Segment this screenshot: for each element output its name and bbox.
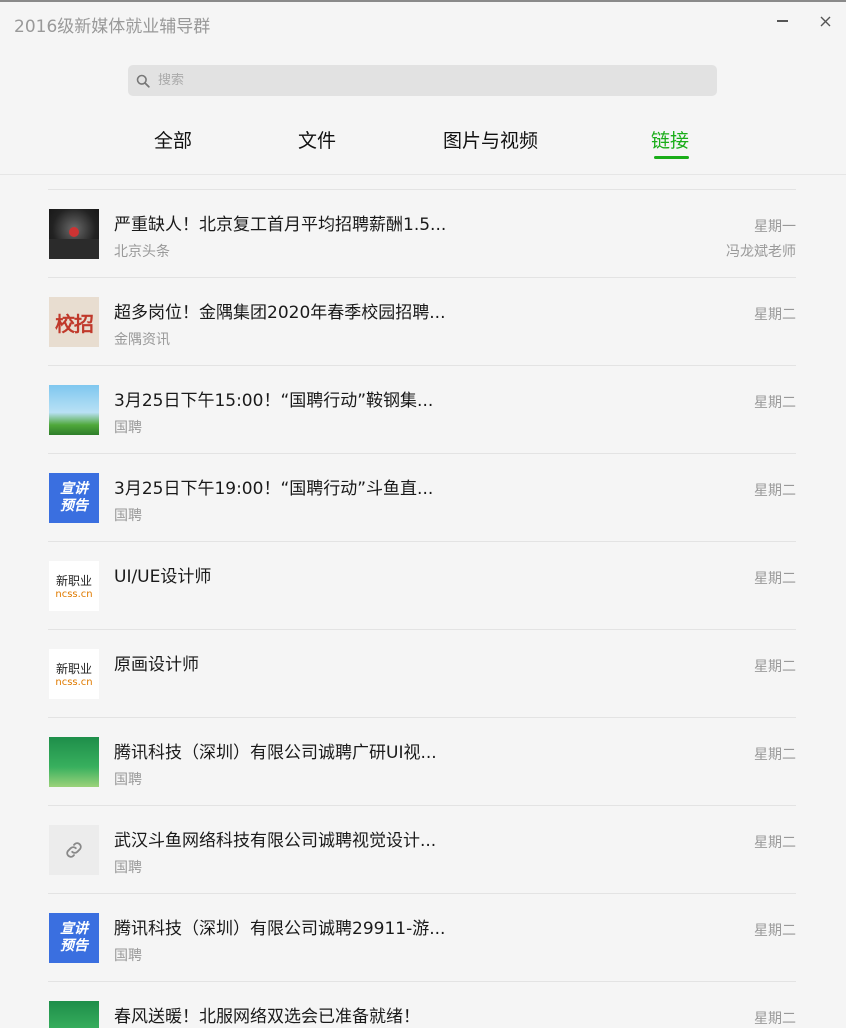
link-title: UI/UE设计师 xyxy=(114,567,212,587)
tab-bar: 全部 文件 图片与视频 链接 xyxy=(0,126,846,166)
link-title: 腾讯科技（深圳）有限公司诚聘广研UI视... xyxy=(114,743,437,763)
link-source: 国聘 xyxy=(114,860,142,876)
link-list-content: 国聘 严重缺人！北京复工首月平均招聘薪酬1.5... 北京头条 星期一 冯龙斌老… xyxy=(0,175,846,1028)
link-thumbnail: 宣讲预告 xyxy=(49,473,99,523)
link-item[interactable]: 武汉斗鱼网络科技有限公司诚聘视觉设计... 国聘 星期二 xyxy=(0,806,846,894)
link-date: 星期二 xyxy=(754,1011,796,1027)
search-input[interactable] xyxy=(158,73,698,88)
minimize-button[interactable] xyxy=(768,8,796,34)
link-thumbnail: 新职业 ncss.cn xyxy=(49,561,99,611)
link-title: 春风送暖！北服网络双选会已准备就绪！ xyxy=(114,1007,420,1027)
link-source: 国聘 xyxy=(114,948,142,964)
link-date: 星期二 xyxy=(754,835,796,851)
link-item[interactable]: 腾讯科技（深圳）有限公司诚聘广研UI视... 国聘 星期二 xyxy=(0,718,846,806)
link-thumbnail xyxy=(49,385,99,435)
link-date: 星期二 xyxy=(754,659,796,675)
link-source: 金隅资讯 xyxy=(114,332,170,348)
thumb-text: 新职业 xyxy=(55,662,92,676)
title-bar: 2016级新媒体就业辅导群 xyxy=(0,2,846,42)
link-thumbnail: 新职业 ncss.cn xyxy=(49,649,99,699)
link-source: 国聘 xyxy=(114,508,142,524)
tab-media[interactable]: 图片与视频 xyxy=(443,126,538,153)
link-item[interactable]: 宣讲预告 腾讯科技（深圳）有限公司诚聘29911-游... 国聘 星期二 xyxy=(0,894,846,982)
link-date: 星期二 xyxy=(754,747,796,763)
active-tab-indicator xyxy=(654,156,689,159)
minimize-icon xyxy=(776,20,788,22)
link-source: 北京头条 xyxy=(114,244,170,260)
tab-links[interactable]: 链接 xyxy=(651,126,690,159)
link-thumbnail xyxy=(49,825,99,875)
tab-label: 文件 xyxy=(298,130,337,152)
link-date: 星期二 xyxy=(754,923,796,939)
link-title: 武汉斗鱼网络科技有限公司诚聘视觉设计... xyxy=(114,831,437,851)
link-thumbnail xyxy=(49,737,99,787)
link-thumbnail: 校招 xyxy=(49,297,99,347)
link-title: 腾讯科技（深圳）有限公司诚聘29911-游... xyxy=(114,919,446,939)
link-title: 3月25日下午19:00！“国聘行动”斗鱼直... xyxy=(114,479,434,499)
link-source: 国聘 xyxy=(114,772,142,788)
search-icon xyxy=(136,74,150,88)
thumb-text: 宣讲预告 xyxy=(60,481,88,514)
close-button[interactable] xyxy=(811,8,839,34)
link-title: 超多岗位！金隅集团2020年春季校园招聘... xyxy=(114,303,446,323)
thumb-text: 宣讲预告 xyxy=(60,921,88,954)
link-date: 星期二 xyxy=(754,395,796,411)
link-item[interactable]: 国聘 xyxy=(0,175,846,190)
link-date: 星期二 xyxy=(754,571,796,587)
link-thumbnail: 宣讲预告 xyxy=(49,913,99,963)
link-item[interactable]: 新职业 ncss.cn 原画设计师 星期二 xyxy=(0,630,846,718)
window-title: 2016级新媒体就业辅导群 xyxy=(14,17,211,37)
link-item[interactable]: 3月25日下午15:00！“国聘行动”鞍钢集... 国聘 星期二 xyxy=(0,366,846,454)
link-icon xyxy=(66,842,82,858)
link-title: 严重缺人！北京复工首月平均招聘薪酬1.5... xyxy=(114,215,447,235)
link-title: 原画设计师 xyxy=(114,655,199,675)
link-date: 星期二 xyxy=(754,307,796,323)
close-icon xyxy=(820,16,830,26)
link-item[interactable]: 校招 超多岗位！金隅集团2020年春季校园招聘... 金隅资讯 星期二 xyxy=(0,278,846,366)
tab-label: 全部 xyxy=(154,130,193,152)
link-source: 国聘 xyxy=(114,420,142,436)
link-item[interactable]: 新职业 ncss.cn UI/UE设计师 星期二 xyxy=(0,542,846,630)
thumb-subtext: ncss.cn xyxy=(55,677,93,688)
thumb-text: 新职业 xyxy=(55,574,92,588)
tab-files[interactable]: 文件 xyxy=(298,126,336,153)
link-sender: 冯龙斌老师 xyxy=(726,244,796,260)
link-thumbnail xyxy=(49,1001,99,1028)
link-item[interactable]: 宣讲预告 3月25日下午19:00！“国聘行动”斗鱼直... 国聘 星期二 xyxy=(0,454,846,542)
tab-label: 图片与视频 xyxy=(443,130,539,152)
link-item[interactable]: 春风送暖！北服网络双选会已准备就绪！ 星期二 xyxy=(0,982,846,1028)
link-list[interactable]: 国聘 严重缺人！北京复工首月平均招聘薪酬1.5... 北京头条 星期一 冯龙斌老… xyxy=(0,174,846,1028)
link-date: 星期一 xyxy=(754,219,796,235)
tab-label: 链接 xyxy=(651,130,690,152)
link-title: 3月25日下午15:00！“国聘行动”鞍钢集... xyxy=(114,391,434,411)
link-date: 星期二 xyxy=(754,483,796,499)
thumb-text: 校招 xyxy=(55,311,94,336)
search-box[interactable] xyxy=(128,65,717,96)
tab-all[interactable]: 全部 xyxy=(154,126,192,153)
thumb-subtext: ncss.cn xyxy=(55,589,93,600)
link-item[interactable]: 严重缺人！北京复工首月平均招聘薪酬1.5... 北京头条 星期一 冯龙斌老师 xyxy=(0,190,846,278)
link-thumbnail xyxy=(49,209,99,259)
